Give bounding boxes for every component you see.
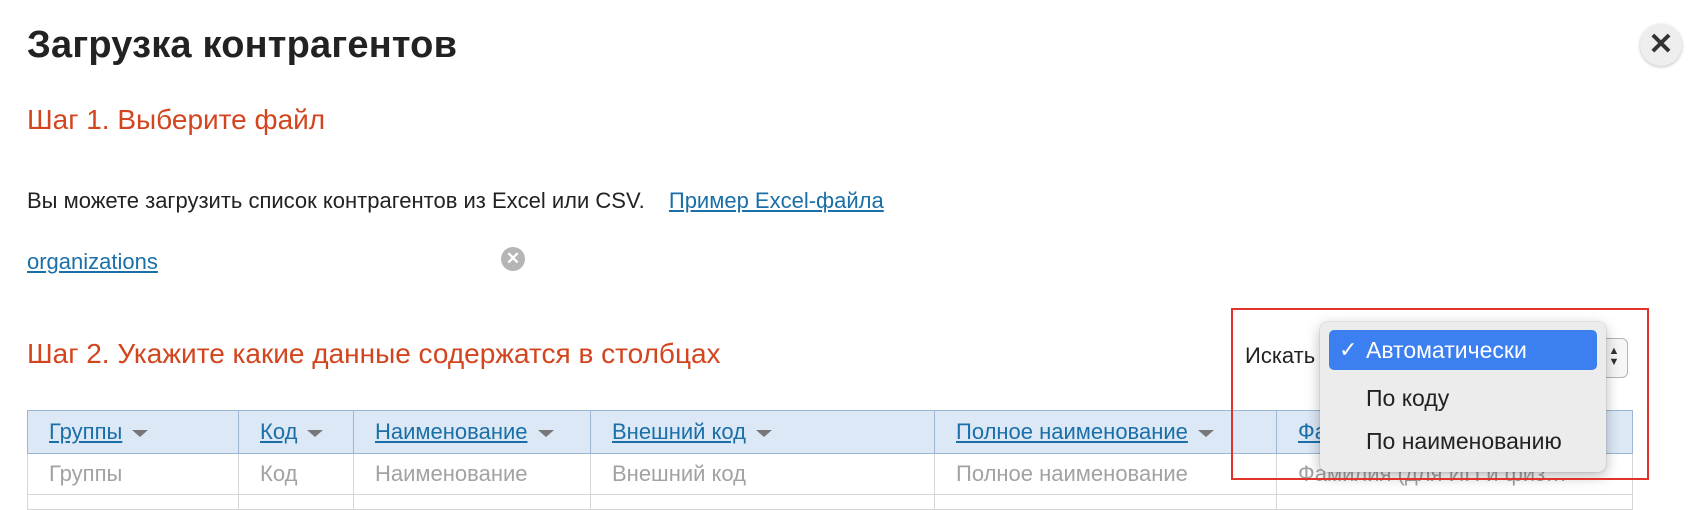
step1-heading: Шаг 1. Выберите файл: [27, 104, 326, 135]
highlight-annotation: [1231, 308, 1649, 480]
table-cell: [238, 494, 354, 510]
dialog-title: Загрузка контрагентов: [27, 24, 458, 66]
remove-file-icon[interactable]: ✕: [501, 247, 525, 271]
column-header-external-code[interactable]: Внешний код: [590, 410, 935, 454]
column-header-code[interactable]: Код: [238, 410, 354, 454]
caret-down-icon[interactable]: [132, 429, 149, 437]
close-icon[interactable]: ✕: [1640, 24, 1682, 66]
table-cell: [1276, 494, 1633, 510]
table-cell: [590, 494, 935, 510]
table-row: [27, 494, 1633, 510]
caret-down-icon[interactable]: [756, 429, 773, 437]
table-cell: [934, 494, 1277, 510]
table-cell: [353, 494, 591, 510]
table-cell: Полное наименование: [934, 453, 1277, 495]
table-cell: Код: [238, 453, 354, 495]
info-text: Вы можете загрузить список контрагентов …: [27, 188, 645, 213]
table-cell: Внешний код: [590, 453, 935, 495]
column-header-name[interactable]: Наименование: [353, 410, 591, 454]
example-file-link[interactable]: Пример Excel-файла: [669, 188, 884, 213]
step2-heading: Шаг 2. Укажите какие данные содержатся в…: [27, 338, 721, 369]
caret-down-icon[interactable]: [1197, 429, 1214, 437]
caret-down-icon[interactable]: [307, 429, 324, 437]
table-cell: [27, 494, 239, 510]
column-header-groups[interactable]: Группы: [27, 410, 239, 454]
table-cell: Наименование: [353, 453, 591, 495]
column-header-full-name[interactable]: Полное наименование: [934, 410, 1277, 454]
uploaded-file-link[interactable]: organizations: [27, 249, 158, 275]
table-cell: Группы: [27, 453, 239, 495]
info-line: Вы можете загрузить список контрагентов …: [27, 188, 884, 214]
caret-down-icon[interactable]: [537, 429, 554, 437]
